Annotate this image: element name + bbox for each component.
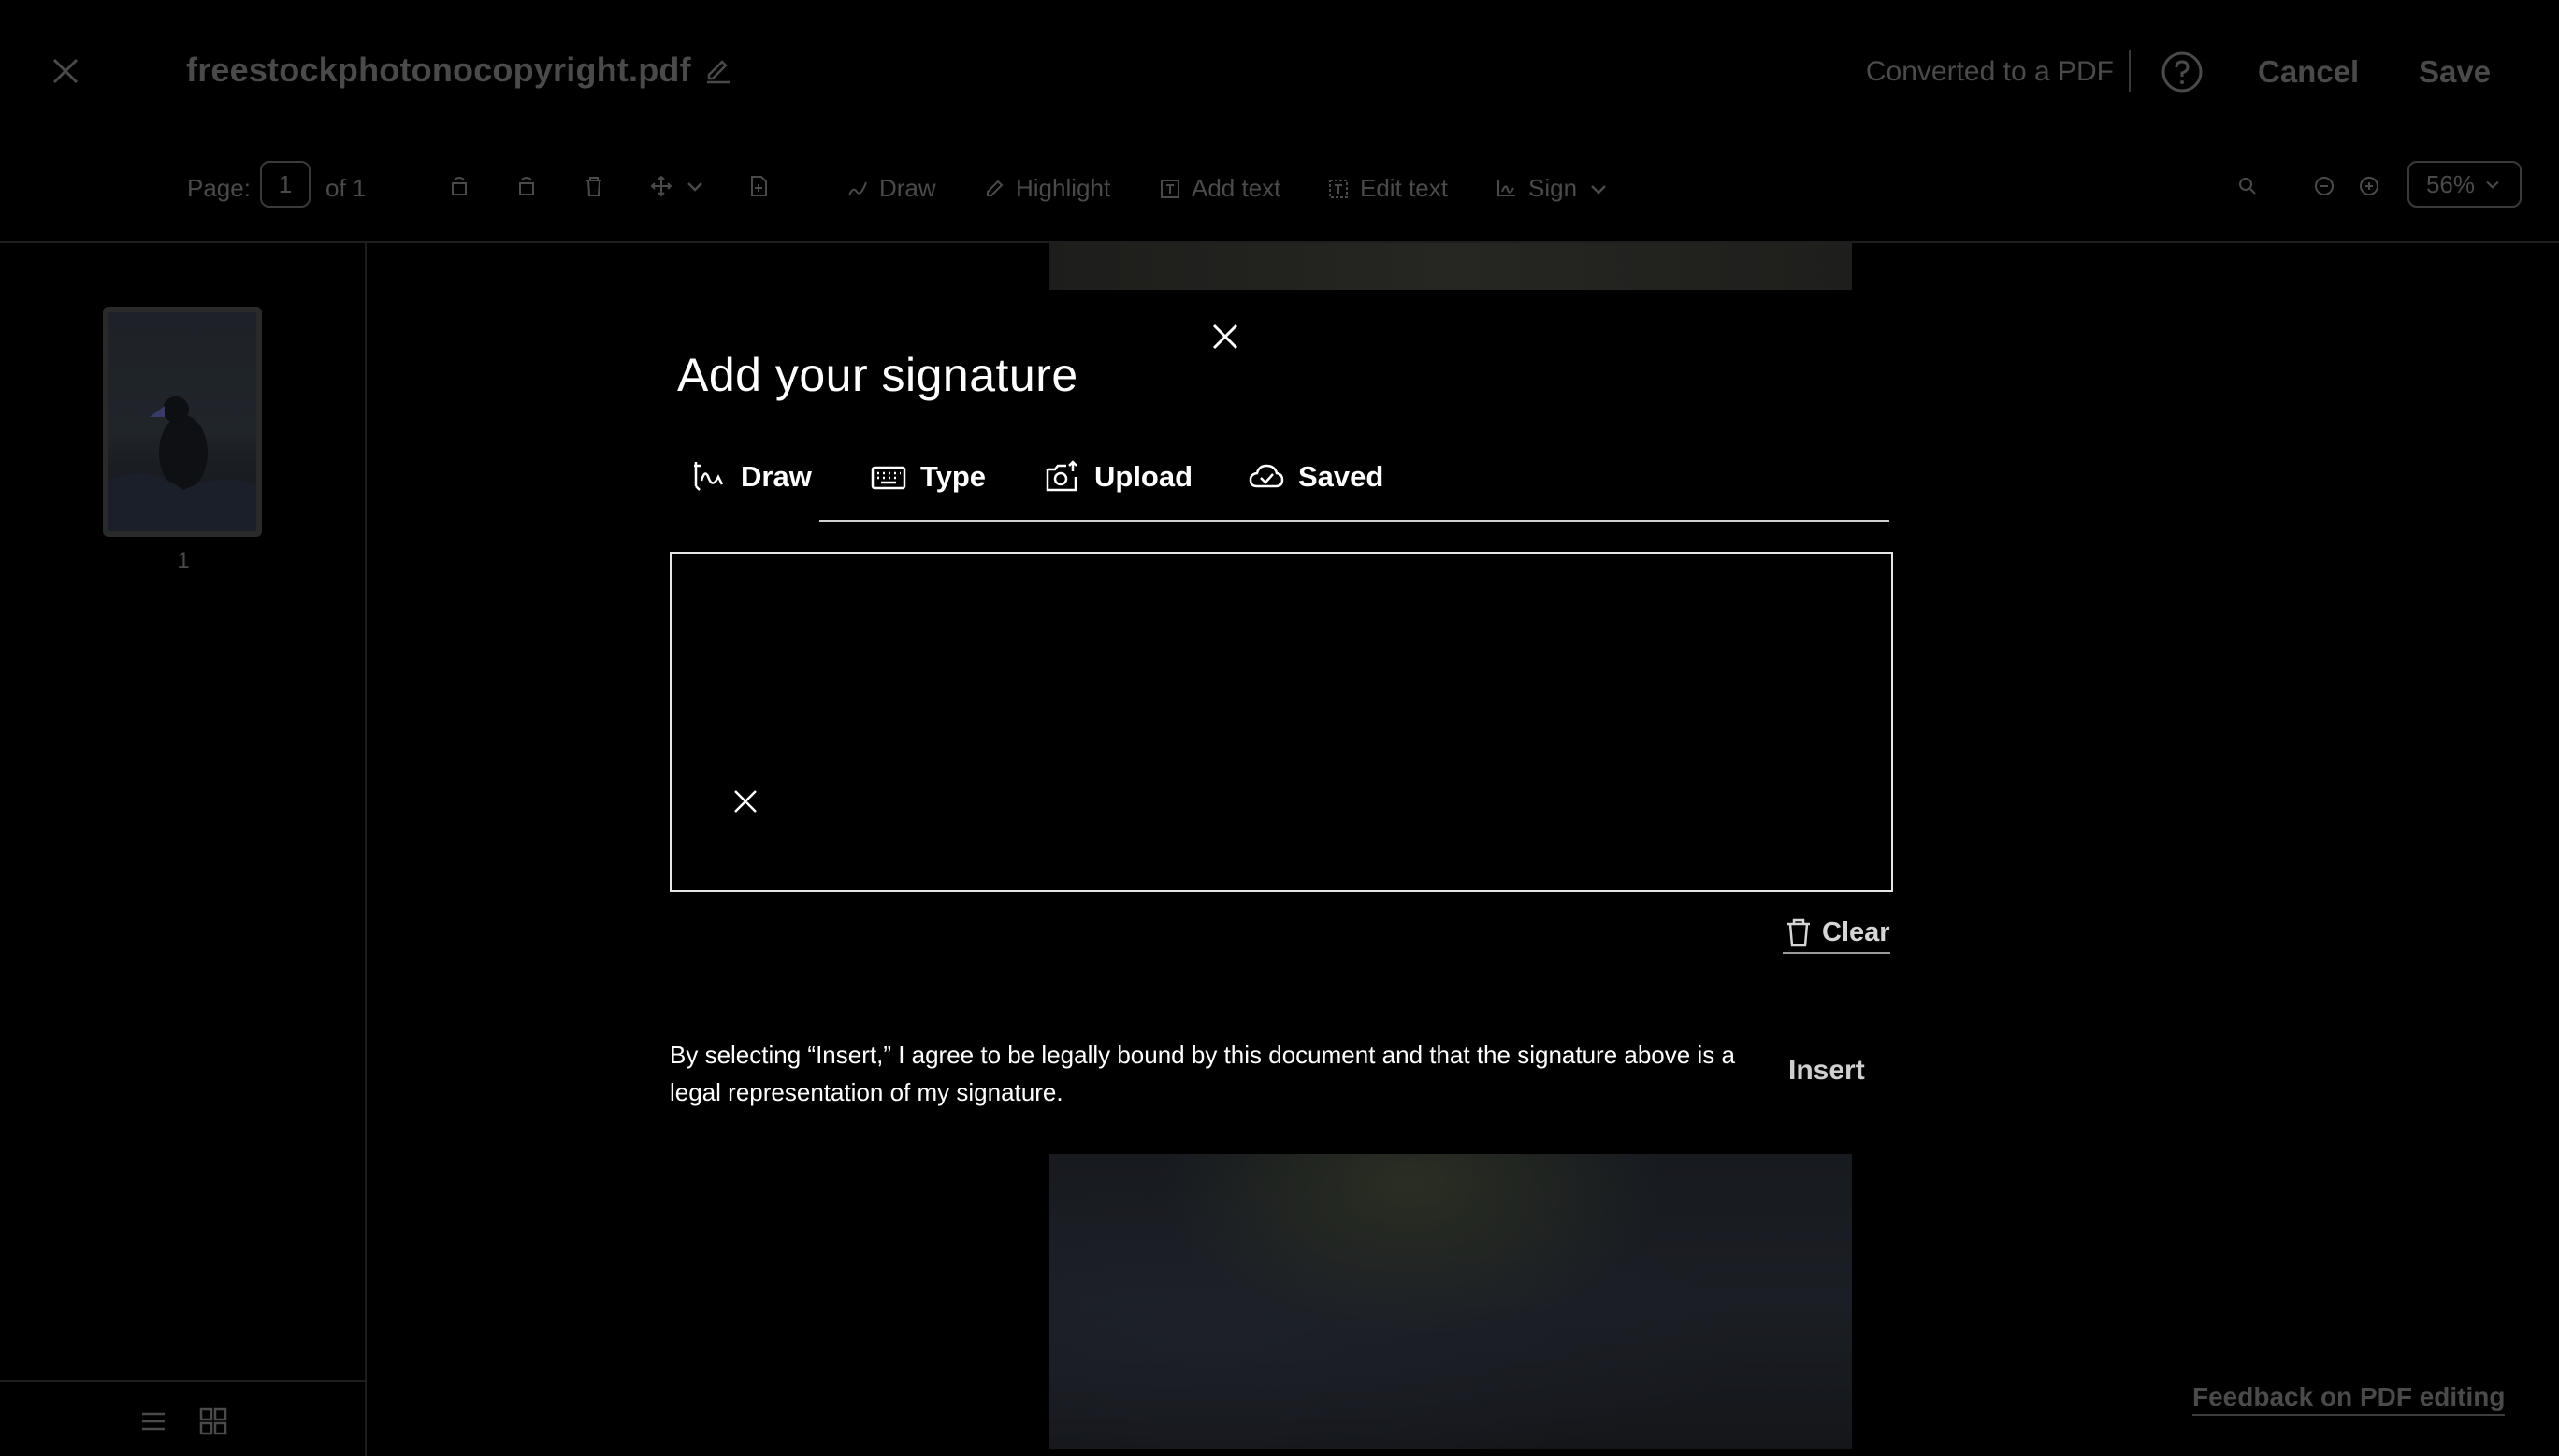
tab-type[interactable]: Type [870,458,986,496]
help-icon[interactable] [2161,50,2204,94]
grid-view-icon[interactable] [198,1406,228,1436]
move-page-dropdown[interactable] [649,174,707,198]
highlight-tool-label: Highlight [1016,174,1111,202]
zoom-in-icon [2360,177,2378,195]
tab-upload[interactable]: Upload [1044,458,1193,496]
tab-draw[interactable]: Draw [690,458,812,496]
sign-tool-dropdown[interactable]: Sign [1495,174,1611,203]
signature-icon [1497,180,1515,196]
chevron-down-icon [1591,184,1606,195]
divider [2129,50,2131,92]
signature-drawing-area[interactable] [670,552,1893,892]
add-text-tool-button[interactable]: Add text [1158,174,1280,203]
signature-tabs: Draw Type Upload Saved [670,449,1889,524]
tab-draw-label: Draw [741,460,812,493]
zoom-out-button[interactable] [2312,174,2336,198]
pen-scribble-icon [848,181,867,195]
clear-button[interactable]: Clear [1783,916,1890,954]
edit-text-tool-label: Edit text [1360,174,1448,202]
camera-upload-icon [1046,460,1077,492]
save-button[interactable]: Save [2419,54,2491,90]
rotate-right-icon [519,177,534,195]
edit-text-tool-button[interactable]: Edit text [1326,174,1448,203]
puffin-thumbnail-image [108,396,256,531]
add-page-icon [751,176,767,196]
close-icon[interactable] [1205,316,1246,357]
zoom-out-icon [2315,177,2334,195]
trash-icon [586,177,601,196]
draw-tool-label: Draw [879,174,936,202]
tab-upload-label: Upload [1094,460,1193,493]
thumbnail-page-number: 1 [177,548,190,573]
rotate-left-icon [452,177,467,195]
clear-button-label: Clear [1822,916,1890,947]
tab-saved-label: Saved [1298,460,1384,493]
page-thumbnail-sidebar: 1 [0,243,367,1456]
top-bar: freestockphotonocopyright.pdf Converted … [0,0,2559,144]
feedback-link[interactable]: Feedback on PDF editing [2192,1382,2506,1416]
signature-line-x-icon [734,790,757,813]
move-icon [650,175,672,197]
zoom-level-value: 56% [2425,169,2476,198]
pdf-editor-app: freestockphotonocopyright.pdf Converted … [0,0,2559,1456]
edit-text-icon [1329,179,1348,198]
page-label: Page: [187,174,251,202]
draw-tool-button[interactable]: Draw [846,174,936,203]
page-number-input[interactable]: 1 [260,161,311,208]
document-filename: freestockphotonocopyright.pdf [186,50,691,89]
text-box-icon [1161,179,1179,198]
chevron-down-icon [2486,180,2499,189]
search-icon [2239,178,2256,195]
conversion-status: Converted to a PDF [1865,56,2114,87]
tab-saved[interactable]: Saved [1248,458,1383,496]
dialog-title: Add your signature [677,349,1078,401]
signature-pen-icon [694,462,724,491]
page-thumbnail[interactable] [103,307,262,537]
legal-disclaimer: By selecting “Insert,” I agree to be leg… [670,1041,1735,1106]
tabs-underline [819,520,1889,522]
cancel-button[interactable]: Cancel [2258,54,2359,90]
pencil-icon[interactable] [703,56,733,86]
add-text-tool-label: Add text [1192,174,1281,202]
tab-type-label: Type [920,460,987,493]
highlighter-icon [987,180,1004,196]
keyboard-icon [871,466,906,490]
rotate-right-button[interactable] [514,174,539,198]
zoom-in-button[interactable] [2357,174,2381,198]
document-page-image-top [1049,243,1852,290]
highlight-tool-button[interactable]: Highlight [982,174,1110,203]
cloud-check-icon [1249,464,1284,488]
list-view-icon[interactable] [138,1406,168,1436]
insert-button[interactable]: Insert [1788,1055,1865,1087]
trash-icon [1787,918,1810,947]
editor-toolbar: Page: 1 of 1 Draw Highlight Add text Edi… [0,161,2559,217]
search-button[interactable] [2235,174,2260,198]
close-icon[interactable] [49,54,82,88]
chevron-down-icon [687,182,702,192]
rotate-left-button[interactable] [447,174,471,198]
zoom-level-dropdown[interactable]: 56% [2407,161,2522,208]
page-total: of 1 [325,174,367,202]
delete-page-button[interactable] [582,174,606,198]
sign-tool-label: Sign [1528,174,1578,202]
sidebar-footer-divider [0,1380,365,1382]
document-page-image-bottom [1049,1154,1852,1449]
insert-page-button[interactable] [746,174,771,198]
